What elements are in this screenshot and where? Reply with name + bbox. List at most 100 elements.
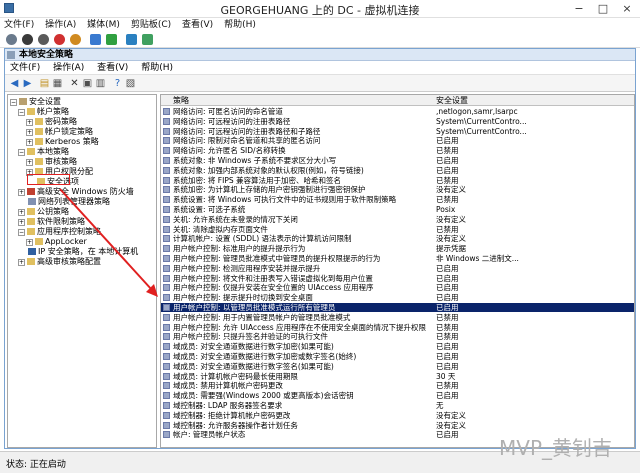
mmc-menu-action[interactable]: 操作(A) bbox=[48, 61, 89, 75]
tree-item-applocker[interactable]: + AppLocker bbox=[26, 237, 87, 247]
vm-menu-media[interactable]: 媒体(M) bbox=[83, 18, 124, 32]
table-row[interactable]: 计算机帐户: 设置 (SDDL) 语法表示的计算机访问限制 没有定义 bbox=[161, 234, 634, 243]
table-row[interactable]: 系统设置: 将 Windows 可执行文件中的证书规则用于软件限制策略 已禁用 bbox=[161, 195, 634, 204]
help-icon[interactable]: ? bbox=[112, 78, 123, 89]
tree-item-local-policies[interactable]: − 本地策略 bbox=[18, 147, 69, 157]
vm-menu-view[interactable]: 查看(V) bbox=[178, 18, 217, 32]
pause-icon[interactable] bbox=[90, 34, 101, 45]
table-row[interactable]: 域控制器: 拒绝计算机帐户密码更改 没有定义 bbox=[161, 411, 634, 420]
collapse-icon[interactable]: − bbox=[18, 109, 25, 116]
folder-icon bbox=[35, 138, 43, 145]
back-icon[interactable]: ◀ bbox=[9, 78, 20, 89]
tree-item-windows-firewall[interactable]: + 高级安全 Windows 防火墙 bbox=[18, 187, 134, 197]
expand-icon[interactable]: + bbox=[26, 239, 33, 246]
ctrl-alt-del-icon[interactable] bbox=[6, 34, 17, 45]
expand-icon[interactable]: + bbox=[26, 139, 33, 146]
mmc-menu-view[interactable]: 查看(V) bbox=[92, 61, 133, 75]
table-row[interactable]: 用户帐户控制: 仅提升安装在安全位置的 UIAccess 应用程序 已启用 bbox=[161, 283, 634, 292]
table-row[interactable]: 用户帐户控制: 允许 UIAccess 应用程序在不使用安全桌面的情况下提升权限… bbox=[161, 323, 634, 332]
table-row[interactable]: 用户帐户控制: 标准用户的提升提示行为 提示凭据 bbox=[161, 244, 634, 253]
table-row[interactable]: 网络访问: 可匿名访问的命名管道 ,netlogon,samr,lsarpc bbox=[161, 107, 634, 116]
table-row[interactable]: 域成员: 计算机帐户密码最长使用期限 30 天 bbox=[161, 372, 634, 381]
view-icon[interactable]: ▧ bbox=[125, 78, 136, 89]
save-state-icon[interactable] bbox=[70, 34, 81, 45]
table-row[interactable]: 网络访问: 可远程访问的注册表路径和子路径 System\CurrentContr… bbox=[161, 127, 634, 136]
table-row[interactable]: 用户帐户控制: 提示提升时切换到安全桌面 已启用 bbox=[161, 293, 634, 302]
expand-icon[interactable]: + bbox=[26, 129, 33, 136]
expand-icon[interactable]: + bbox=[18, 259, 25, 266]
table-row[interactable]: 关机: 允许系统在未登录的情况下关闭 没有定义 bbox=[161, 215, 634, 224]
table-row[interactable]: 网络访问: 允许匿名 SID/名称转换 已禁用 bbox=[161, 146, 634, 155]
tree-item-account-lockout-policy[interactable]: + 帐户锁定策略 bbox=[26, 127, 93, 137]
tree-item-public-key-policies[interactable]: + 公钥策略 bbox=[18, 207, 69, 217]
tree-item-app-control-policies[interactable]: − 应用程序控制策略 bbox=[18, 227, 101, 237]
table-row[interactable]: 网络访问: 可远程访问的注册表路径 System\CurrentContro... bbox=[161, 117, 634, 126]
policy-icon bbox=[163, 304, 170, 311]
table-row[interactable]: 系统加密: 将 FIPS 兼容算法用于加密、哈希和签名 已禁用 bbox=[161, 176, 634, 185]
tree-item-account-policies[interactable]: − 帐户策略 bbox=[18, 107, 69, 117]
expand-icon[interactable]: + bbox=[18, 209, 25, 216]
tree-item-advanced-audit[interactable]: + 高级审核策略配置 bbox=[18, 257, 101, 267]
column-header-policy[interactable]: 策略 bbox=[173, 95, 189, 106]
vm-menu-file[interactable]: 文件(F) bbox=[0, 18, 38, 32]
export-list-icon[interactable]: ▥ bbox=[95, 78, 106, 89]
up-folder-icon[interactable]: ▤ bbox=[39, 78, 50, 89]
show-tree-icon[interactable]: ▦ bbox=[52, 78, 63, 89]
reset-icon[interactable] bbox=[106, 34, 117, 45]
tree-item-ip-security[interactable]: IP 安全策略，在 本地计算机 bbox=[28, 247, 138, 257]
policy-setting: 已启用 bbox=[436, 263, 459, 273]
maximize-button[interactable]: □ bbox=[592, 0, 614, 18]
collapse-icon[interactable]: − bbox=[18, 229, 25, 236]
table-row[interactable]: 用户帐户控制: 将文件和注册表写入错误虚拟化到每用户位置 已启用 bbox=[161, 274, 634, 283]
tree-item-security-settings[interactable]: − 安全设置 bbox=[10, 97, 61, 107]
delete-icon[interactable]: ✕ bbox=[69, 78, 80, 89]
mmc-menu-file[interactable]: 文件(F) bbox=[5, 61, 45, 75]
tree-item-password-policy[interactable]: + 密码策略 bbox=[26, 117, 77, 127]
expand-icon[interactable]: + bbox=[26, 119, 33, 126]
table-row[interactable]: 用户帐户控制: 以管理员批准模式运行所有管理员 已启用 bbox=[161, 303, 634, 312]
table-row[interactable]: 域成员: 禁用计算机帐户密码更改 已禁用 bbox=[161, 381, 634, 390]
column-header-setting[interactable]: 安全设置 bbox=[436, 95, 468, 106]
table-row[interactable]: 域成员: 对安全通道数据进行数字加密或数字签名(始终) 已启用 bbox=[161, 352, 634, 361]
table-row[interactable]: 域成员: 对安全通道数据进行数字加密(如果可能) 已启用 bbox=[161, 342, 634, 351]
properties-icon[interactable]: ▣ bbox=[82, 78, 93, 89]
mmc-window: 本地安全策略 文件(F) 操作(A) 查看(V) 帮助(H) ◀ ▶ ▤ ▦ ✕… bbox=[4, 48, 636, 449]
table-row[interactable]: 域成员: 对安全通道数据进行数字签名(如果可能) 已启用 bbox=[161, 362, 634, 371]
tree-item-network-list-manager[interactable]: 网络列表管理器策略 bbox=[28, 197, 110, 207]
checkpoint-icon[interactable] bbox=[126, 34, 137, 45]
table-row[interactable]: 用户帐户控制: 管理员批准模式中管理员的提升权限提示的行为 非 Windows 二… bbox=[161, 254, 634, 263]
expand-icon[interactable]: + bbox=[18, 189, 25, 196]
table-row[interactable]: 系统对象: 加强内部系统对象的默认权限(例如，符号链接) 已启用 bbox=[161, 166, 634, 175]
shutdown-icon[interactable] bbox=[54, 34, 65, 45]
vm-menu-action[interactable]: 操作(A) bbox=[41, 18, 80, 32]
tree-item-kerberos-policy[interactable]: + Kerberos 策略 bbox=[26, 137, 99, 147]
tree-item-software-restriction[interactable]: + 软件限制策略 bbox=[18, 217, 85, 227]
forward-icon[interactable]: ▶ bbox=[22, 78, 33, 89]
table-row[interactable]: 域成员: 需要强(Windows 2000 或更高版本)会话密钥 已启用 bbox=[161, 391, 634, 400]
policy-icon bbox=[163, 294, 170, 302]
close-button[interactable]: × bbox=[616, 0, 638, 18]
table-row[interactable]: 用户帐户控制: 用于内置管理员帐户的管理员批准模式 已禁用 bbox=[161, 313, 634, 322]
table-row[interactable]: 关机: 清除虚拟内存页面文件 已禁用 bbox=[161, 225, 634, 234]
vm-menu-help[interactable]: 帮助(H) bbox=[220, 18, 260, 32]
expand-icon[interactable]: + bbox=[26, 159, 33, 166]
mmc-titlebar: 本地安全策略 bbox=[5, 49, 635, 61]
table-row[interactable]: 用户帐户控制: 检测应用程序安装并提示提升 已启用 bbox=[161, 264, 634, 273]
minimize-button[interactable]: − bbox=[568, 0, 590, 18]
collapse-icon[interactable]: − bbox=[10, 99, 17, 106]
table-row[interactable]: 系统设置: 可选子系统 Posix bbox=[161, 205, 634, 214]
table-row[interactable]: 系统加密: 为计算机上存储的用户密钥强制进行强密钥保护 没有定义 bbox=[161, 185, 634, 194]
table-row[interactable]: 网络访问: 限制对命名管道和共享的匿名访问 已启用 bbox=[161, 136, 634, 145]
table-row[interactable]: 域控制器: 允许服务器操作者计划任务 没有定义 bbox=[161, 421, 634, 430]
vm-menu-clipboard[interactable]: 剪贴板(C) bbox=[127, 18, 175, 32]
expand-icon[interactable]: + bbox=[18, 219, 25, 226]
table-row[interactable]: 用户帐户控制: 只提升签名并验证的可执行文件 已禁用 bbox=[161, 332, 634, 341]
revert-icon[interactable] bbox=[142, 34, 153, 45]
collapse-icon[interactable]: − bbox=[18, 149, 25, 156]
tree-item-audit-policy[interactable]: + 审核策略 bbox=[26, 157, 77, 167]
turn-off-icon[interactable] bbox=[38, 34, 49, 45]
mmc-menu-help[interactable]: 帮助(H) bbox=[136, 61, 178, 75]
table-row[interactable]: 系统对象: 非 Windows 子系统不要求区分大小写 已启用 bbox=[161, 156, 634, 165]
table-row[interactable]: 域控制器: LDAP 服务器签名要求 无 bbox=[161, 401, 634, 410]
start-icon[interactable] bbox=[22, 34, 33, 45]
